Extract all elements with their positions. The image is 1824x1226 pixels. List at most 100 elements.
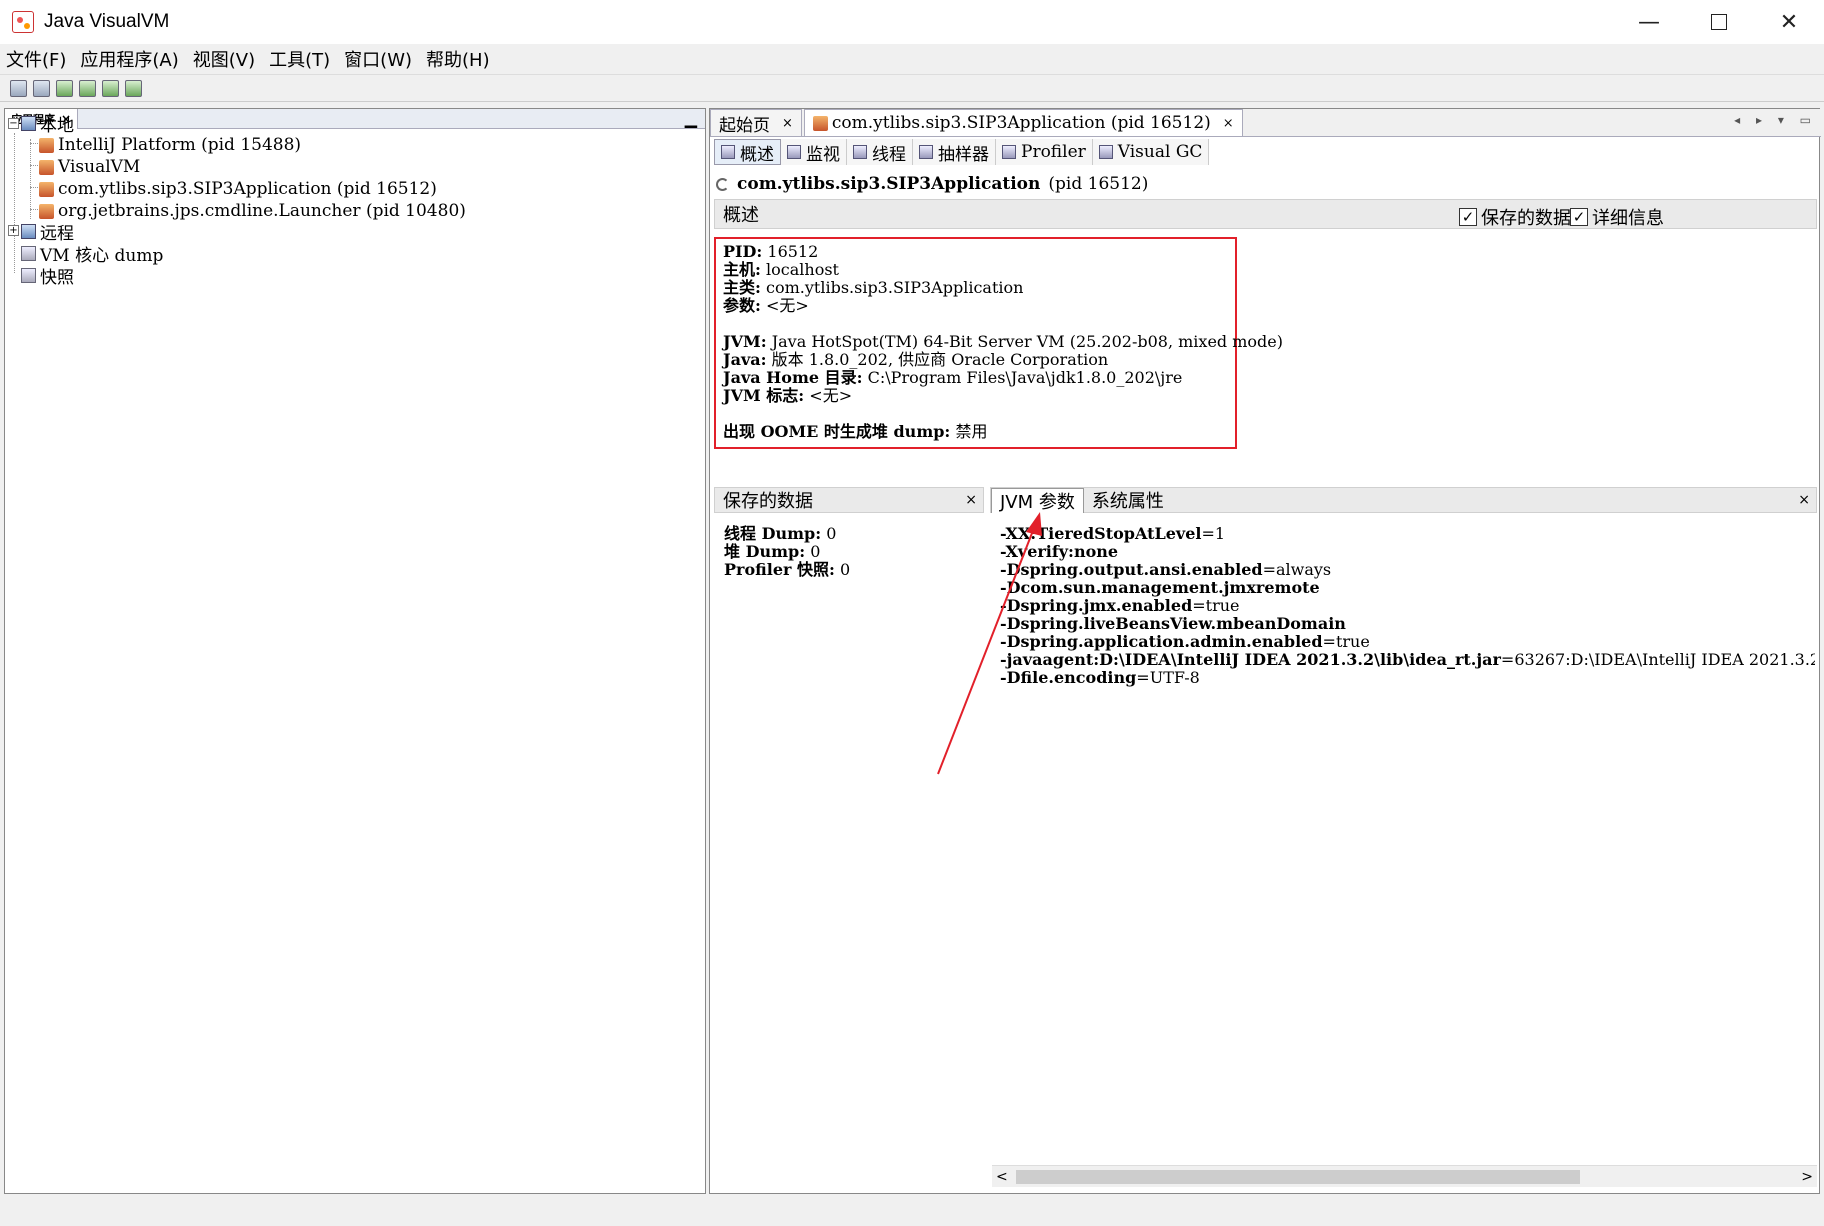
tab-visual-gc[interactable]: Visual GC xyxy=(1092,139,1210,165)
menu-file[interactable]: 文件(F) xyxy=(4,46,68,72)
close-button[interactable]: ✕ xyxy=(1754,0,1824,44)
saved-data-checkbox[interactable]: ✓ 保存的数据 xyxy=(1459,204,1571,230)
minimize-panel-icon[interactable]: ▁ xyxy=(685,109,697,128)
maximize-button[interactable] xyxy=(1684,0,1754,44)
tree-line xyxy=(30,165,38,166)
info-jvm-flags: JVM 标志: <无> xyxy=(723,386,853,405)
close-icon[interactable]: × xyxy=(1798,492,1810,508)
tab-sip3-application[interactable]: com.ytlibs.sip3.SIP3Application (pid 165… xyxy=(803,109,1243,136)
applications-panel: 应用程序 × ▁ − + 本地 IntelliJ Platform (pid 1… xyxy=(4,108,706,1194)
add-vm-coredump-icon[interactable] xyxy=(102,79,119,97)
expand-remote-icon[interactable]: + xyxy=(8,225,19,236)
saved-data-header: 保存的数据 × xyxy=(714,487,984,513)
minimize-button[interactable]: — xyxy=(1614,0,1684,44)
tree-line xyxy=(30,143,38,144)
tab-sampler[interactable]: 抽样器 xyxy=(913,139,996,165)
overview-section-header: 概述 ✓ 保存的数据 ✓ 详细信息 xyxy=(714,199,1817,229)
checkbox-label: 保存的数据 xyxy=(1481,208,1571,229)
tree-line xyxy=(30,139,31,219)
tab-system-properties[interactable]: 系统属性 xyxy=(1084,488,1172,513)
tree-node-label: 快照 xyxy=(40,267,74,288)
info-arguments: 参数: <无> xyxy=(723,296,809,315)
add-jmx-connection-icon[interactable] xyxy=(56,79,73,97)
document-tabbar: 起始页 × com.ytlibs.sip3.SIP3Application (p… xyxy=(710,109,1821,137)
save-icon[interactable] xyxy=(33,79,50,97)
menu-window[interactable]: 窗口(W) xyxy=(342,46,414,72)
heap-dump-count: 堆 Dump: 0 xyxy=(724,542,821,561)
sampler-icon xyxy=(919,145,933,159)
view-tabbar: 概述 监视 线程 抽样器 Profiler Visual GC xyxy=(714,139,1210,165)
scroll-left-icon[interactable]: < xyxy=(996,1169,1008,1185)
remote-host-icon xyxy=(21,223,36,239)
close-icon[interactable]: × xyxy=(1223,116,1234,131)
jvm-argument: -javaagent:D:\IDEA\IntelliJ IDEA 2021.3.… xyxy=(1000,650,1815,669)
details-checkbox[interactable]: ✓ 详细信息 xyxy=(1570,204,1664,230)
tree-line xyxy=(30,209,38,210)
tab-start-page[interactable]: 起始页 × xyxy=(710,109,802,136)
visualvm-app-icon xyxy=(12,11,34,33)
applications-tabbar: 应用程序 × ▁ xyxy=(5,108,705,129)
application-name: com.ytlibs.sip3.SIP3Application xyxy=(737,174,1041,194)
java-app-icon xyxy=(812,115,828,131)
info-pid: PID: 16512 xyxy=(723,242,819,261)
collapse-local-icon[interactable]: − xyxy=(8,118,19,129)
tree-node-sip3-application[interactable]: com.ytlibs.sip3.SIP3Application (pid 165… xyxy=(39,177,437,201)
jvm-argument: -Xverify:none xyxy=(1000,542,1119,561)
tab-label: com.ytlibs.sip3.SIP3Application (pid 165… xyxy=(831,113,1211,133)
info-icon xyxy=(721,145,735,159)
info-oome-heap-dump: 出现 OOME 时生成堆 dump: 禁用 xyxy=(723,422,988,441)
menu-tools[interactable]: 工具(T) xyxy=(267,46,332,72)
scroll-right-icon[interactable]: > xyxy=(1801,1169,1813,1185)
maximize-icon xyxy=(1711,14,1727,30)
horizontal-scrollbar[interactable]: < > xyxy=(992,1165,1817,1187)
tab-jvm-arguments[interactable]: JVM 参数 xyxy=(991,487,1084,513)
tree-node-local[interactable]: 本地 xyxy=(21,111,74,136)
menu-view[interactable]: 视图(V) xyxy=(191,46,257,72)
close-icon[interactable]: × xyxy=(965,492,977,508)
tree-node-snapshots[interactable]: 快照 xyxy=(21,263,74,288)
jvm-argument: -Dcom.sun.management.jmxremote xyxy=(1000,578,1320,597)
menu-help[interactable]: 帮助(H) xyxy=(424,46,492,72)
status-bar xyxy=(0,1196,1824,1226)
info-java-home: Java Home 目录: C:\Program Files\Java\jdk1… xyxy=(723,368,1183,387)
profiler-icon xyxy=(1002,145,1016,159)
tab-label: 抽样器 xyxy=(938,144,989,165)
menu-applications[interactable]: 应用程序(A) xyxy=(78,46,180,72)
tree-node-label: IntelliJ Platform (pid 15488) xyxy=(58,135,302,155)
tree-node-jps-launcher[interactable]: org.jetbrains.jps.cmdline.Launcher (pid … xyxy=(39,199,466,223)
tab-overview[interactable]: 概述 xyxy=(714,139,781,165)
computer-icon xyxy=(21,115,36,131)
tree-node-remote[interactable]: 远程 xyxy=(21,219,74,244)
load-snapshot-icon[interactable] xyxy=(10,79,27,97)
tab-navigation-controls[interactable]: ◂ ▸ ▾ ▭ xyxy=(1734,113,1817,127)
menu-bar: 文件(F) 应用程序(A) 视图(V) 工具(T) 窗口(W) 帮助(H) xyxy=(0,44,1824,74)
info-main-class: 主类: com.ytlibs.sip3.SIP3Application xyxy=(723,278,1024,297)
java-app-icon xyxy=(39,203,54,219)
tab-label: Profiler xyxy=(1021,142,1086,162)
close-icon[interactable]: × xyxy=(782,116,793,131)
checkbox-label: 详细信息 xyxy=(1592,208,1664,229)
tab-label: 监视 xyxy=(806,144,840,165)
tree-node-vm-core-dump[interactable]: VM 核心 dump xyxy=(21,241,163,266)
title-bar: Java VisualVM — ✕ xyxy=(0,0,1824,44)
tab-label: 起始页 xyxy=(719,115,770,136)
tab-monitor[interactable]: 监视 xyxy=(781,139,847,165)
tab-profiler[interactable]: Profiler xyxy=(996,139,1093,165)
scrollbar-thumb[interactable] xyxy=(1016,1170,1580,1184)
tree-node-intellij[interactable]: IntelliJ Platform (pid 15488) xyxy=(39,133,301,157)
jvm-argument: -Dspring.application.admin.enabled=true xyxy=(1000,632,1370,651)
tree-node-visualvm[interactable]: VisualVM xyxy=(39,155,140,179)
tree-node-label: VisualVM xyxy=(58,157,141,177)
info-host: 主机: localhost xyxy=(723,260,839,279)
threads-icon xyxy=(853,145,867,159)
intellij-icon xyxy=(39,137,54,153)
profiler-snapshot-count: Profiler 快照: 0 xyxy=(724,560,851,579)
add-remote-host-icon[interactable] xyxy=(79,79,96,97)
take-snapshot-icon[interactable] xyxy=(125,79,142,97)
loading-spinner-icon xyxy=(716,177,729,191)
thread-dump-count: 线程 Dump: 0 xyxy=(724,524,837,543)
tab-threads[interactable]: 线程 xyxy=(847,139,913,165)
window-title: Java VisualVM xyxy=(44,11,170,32)
visualvm-icon xyxy=(39,159,54,175)
jvm-argument: -XX:TieredStopAtLevel=1 xyxy=(1000,525,1226,543)
